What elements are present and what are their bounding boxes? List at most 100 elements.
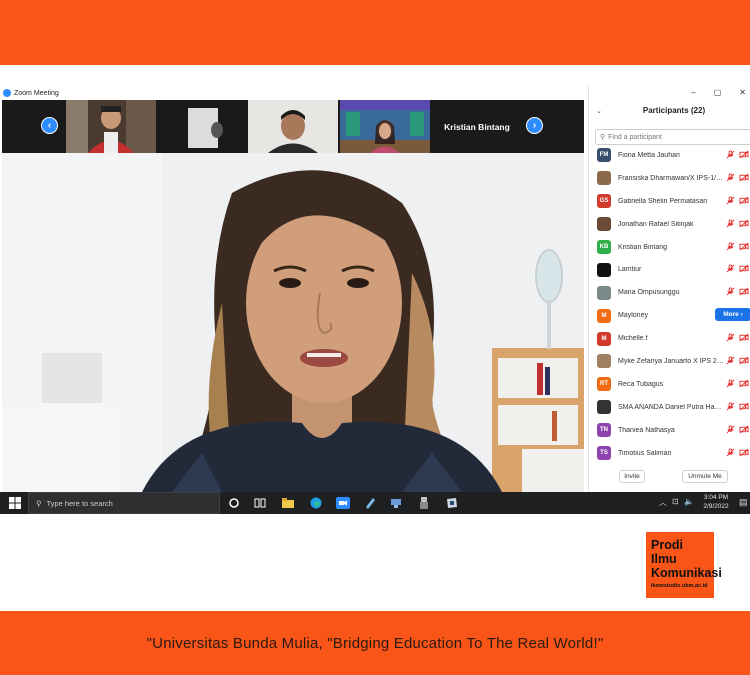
participant-row[interactable]: GS Gabriella Shelin Permatasari [589, 190, 750, 213]
mic-muted-icon [726, 379, 735, 388]
participant-name: Lamtiur [618, 266, 642, 274]
taskbar-search-placeholder: Type here to search [46, 498, 113, 508]
usb-device-icon[interactable] [418, 497, 430, 509]
mic-muted-icon [726, 173, 735, 182]
participant-name: Timotius Saliman [618, 449, 672, 457]
participant-avatar: KB [597, 240, 611, 254]
participant-thumbnail-image [183, 100, 223, 153]
participant-avatar: RT [597, 377, 611, 392]
strip-prev-button[interactable]: ‹ [41, 117, 58, 134]
participant-status-icons [726, 379, 749, 388]
video-off-icon [739, 448, 749, 457]
battery-icon[interactable]: ⊡ [672, 497, 679, 506]
invite-button[interactable]: Invite [619, 470, 645, 483]
participant-search-input[interactable]: ⚲ Find a participant [595, 129, 750, 145]
more-options-button[interactable]: More › [715, 308, 750, 322]
video-off-icon [739, 242, 749, 250]
participant-status-icons [726, 264, 749, 273]
speaker-video-image [2, 153, 584, 492]
participant-row[interactable]: Jonathan Rafael Sitinjak [589, 213, 750, 236]
snip-tool-icon[interactable] [446, 497, 458, 509]
close-icon[interactable]: ✕ [739, 88, 746, 97]
participant-avatar [597, 400, 611, 415]
unmute-me-button[interactable]: Unmute Me [682, 470, 728, 483]
participant-status-icons [726, 219, 749, 228]
participant-row[interactable]: Fransiska Dharmawan/X IPS-1/… [589, 167, 750, 190]
participant-status-icons [726, 425, 749, 434]
participant-avatar [597, 217, 611, 232]
file-explorer-icon[interactable] [282, 497, 294, 509]
mic-muted-icon [726, 242, 735, 250]
participant-thumbnail[interactable] [66, 100, 156, 153]
participant-row[interactable]: Maria Ompusunggu [589, 281, 750, 304]
video-off-icon [739, 402, 749, 411]
windows-start-icon[interactable] [9, 497, 21, 509]
strip-next-button[interactable]: › [526, 117, 543, 134]
participant-avatar: M [597, 331, 611, 346]
brand-line-1: Prodi [651, 538, 683, 552]
taskbar-search-box[interactable]: ⚲ Type here to search [28, 492, 220, 514]
participant-status-icons [726, 196, 749, 205]
video-off-icon [739, 173, 749, 182]
clock-time: 3:04 PM [703, 494, 729, 501]
participant-thumbnail[interactable] [183, 100, 223, 153]
participant-avatar [597, 171, 611, 186]
volume-icon[interactable]: 🔈 [684, 497, 694, 506]
participant-thumbnail[interactable] [340, 100, 430, 153]
page: Zoom Meeting ‹ Kristian Bintang › – ▢ ✕ … [0, 0, 750, 675]
participant-row[interactable]: Myke Zefanya Januarto X IPS 2 … [589, 350, 750, 373]
video-off-icon [739, 150, 749, 159]
task-view-icon[interactable] [254, 497, 266, 509]
window-controls: – ▢ ✕ [691, 88, 746, 97]
windows-taskbar: ⚲ Type here to search ︿ ⊡ 🔈 3:04 PM 2/9/… [0, 492, 750, 514]
participant-row[interactable]: SMA ANANDA Daniel Putra Ha… [589, 396, 750, 419]
participant-name: Fransiska Dharmawan/X IPS-1/… [618, 174, 724, 182]
participant-row[interactable]: KB Kristian Bintang [589, 236, 750, 259]
cortana-icon[interactable] [228, 497, 240, 509]
video-off-icon [739, 196, 749, 205]
participant-name: Kristian Bintang [618, 243, 668, 251]
mic-muted-icon [726, 333, 735, 342]
participant-name: Myke Zefanya Januarto X IPS 2 … [618, 357, 724, 365]
participant-row[interactable]: RT Reca Tubagus [589, 373, 750, 396]
participant-avatar: TN [597, 423, 611, 438]
brand-line-2: Ilmu [651, 552, 677, 566]
maximize-icon[interactable]: ▢ [714, 88, 722, 97]
participant-avatar [597, 354, 611, 369]
title-bar: Zoom Meeting [0, 86, 590, 100]
participant-name: SMA ANANDA Daniel Putra Ha… [618, 403, 722, 411]
mic-muted-icon [726, 425, 735, 434]
participant-row[interactable]: TN Thaniea Nathasya [589, 419, 750, 442]
participant-thumbnail-image [340, 100, 430, 153]
video-off-icon [739, 219, 749, 228]
participant-status-icons [726, 356, 749, 365]
notes-app-icon[interactable] [364, 497, 376, 509]
participant-name: Mayloney [618, 312, 648, 320]
participant-row[interactable]: FM Fiona Metta Jauhari [589, 144, 750, 167]
mic-muted-icon [726, 264, 735, 273]
participant-row[interactable]: Lamtiur [589, 258, 750, 281]
participant-status-icons [726, 150, 749, 159]
participant-row[interactable]: TS Timotius Saliman [589, 442, 750, 465]
participant-avatar: TS [597, 446, 611, 461]
participants-footer: Invite Unmute Me [589, 470, 750, 484]
video-thumbnail-strip: ‹ Kristian Bintang › [2, 100, 584, 153]
participant-avatar [597, 262, 611, 277]
network-app-icon[interactable] [390, 497, 402, 509]
participant-status-icons [726, 402, 749, 411]
taskbar-clock[interactable]: 3:04 PM 2/9/2022 [696, 493, 736, 511]
zoom-app-icon[interactable] [336, 497, 350, 509]
participant-avatar: M [597, 308, 611, 323]
participant-row[interactable]: M Michelle.f [589, 327, 750, 350]
tray-chevron-icon[interactable]: ︿ [659, 497, 667, 508]
mic-muted-icon [726, 150, 735, 159]
participant-name: Thaniea Nathasya [618, 426, 675, 434]
minimize-icon[interactable]: – [691, 88, 695, 97]
video-off-icon [739, 379, 749, 388]
edge-browser-icon[interactable] [310, 497, 322, 509]
participant-status-icons [726, 448, 749, 457]
search-icon: ⚲ [600, 134, 606, 141]
notification-icon[interactable]: ▤ [739, 497, 748, 508]
participant-row[interactable]: M Mayloney More › [589, 304, 750, 327]
participant-thumbnail[interactable] [248, 100, 338, 153]
